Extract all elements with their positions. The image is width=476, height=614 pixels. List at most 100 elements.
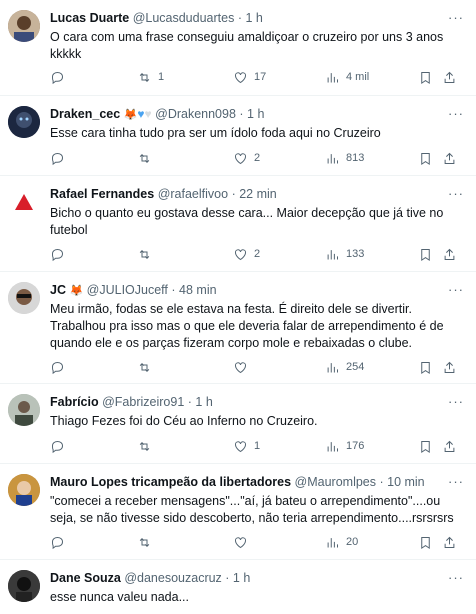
avatar[interactable] bbox=[8, 282, 40, 314]
share-button[interactable] bbox=[442, 358, 457, 376]
share-button[interactable] bbox=[442, 533, 457, 551]
share-icon bbox=[444, 248, 455, 260]
tweet-text: "comecei a receber mensagens"..."aí, já … bbox=[50, 494, 454, 525]
like-button[interactable]: 17 bbox=[233, 68, 266, 86]
tweet[interactable]: Lucas Duarte @Lucasduduartes · 1 h ··· O… bbox=[0, 0, 476, 96]
user-name[interactable]: Dane Souza bbox=[50, 571, 121, 585]
reply-button[interactable] bbox=[50, 68, 71, 86]
tweet-time[interactable]: · 1 h bbox=[238, 11, 263, 25]
like-button[interactable] bbox=[233, 533, 254, 551]
heart-icon bbox=[235, 152, 246, 164]
tweet-time[interactable]: · 48 min bbox=[171, 283, 216, 297]
reply-button[interactable] bbox=[50, 149, 71, 167]
retweet-button[interactable] bbox=[137, 358, 158, 376]
tweet-header: Mauro Lopes tricampeão da libertadores @… bbox=[50, 475, 425, 490]
avatar[interactable] bbox=[8, 106, 40, 138]
share-icon bbox=[444, 71, 455, 83]
tweet[interactable]: Rafael Fernandes @rafaelfivoo · 22 min ·… bbox=[0, 176, 476, 272]
share-button[interactable] bbox=[442, 245, 457, 263]
retweet-icon bbox=[139, 249, 150, 259]
user-handle[interactable]: @Lucasduduartes bbox=[133, 11, 235, 25]
user-handle[interactable]: @danesouzacruz bbox=[124, 571, 221, 585]
tweet-header: JC 🦊 @JULIOJuceff · 48 min bbox=[50, 283, 217, 299]
retweet-button[interactable]: 1 bbox=[137, 68, 164, 86]
user-handle[interactable]: @Drakenn098 bbox=[155, 107, 236, 121]
heart-icon bbox=[235, 440, 246, 452]
tweet-header: Dane Souza @danesouzacruz · 1 h bbox=[50, 571, 250, 586]
bookmark-button[interactable] bbox=[418, 358, 433, 376]
reply-icon bbox=[51, 440, 64, 453]
reply-button[interactable] bbox=[50, 437, 71, 455]
user-name[interactable]: Fabrício bbox=[50, 395, 99, 409]
bookmark-button[interactable] bbox=[418, 68, 433, 86]
like-button[interactable]: 2 bbox=[233, 149, 260, 167]
reply-icon bbox=[51, 361, 64, 374]
bookmark-button[interactable] bbox=[418, 437, 433, 455]
views-button[interactable]: 20 bbox=[325, 533, 358, 551]
user-handle[interactable]: @JULIOJuceff bbox=[87, 283, 168, 297]
tweet[interactable]: Fabrício @Fabrizeiro91 · 1 h ··· Thiago … bbox=[0, 384, 476, 464]
tweet-time[interactable]: · 1 h bbox=[225, 571, 250, 585]
reply-button[interactable] bbox=[50, 358, 71, 376]
bookmark-button[interactable] bbox=[418, 533, 433, 551]
bookmark-button[interactable] bbox=[418, 149, 433, 167]
user-handle[interactable]: @Mauromlpes bbox=[295, 475, 376, 489]
share-button[interactable] bbox=[442, 68, 457, 86]
tweet-time[interactable]: · 1 h bbox=[239, 107, 264, 121]
user-handle[interactable]: @rafaelfivoo bbox=[158, 187, 228, 201]
bookmark-icon bbox=[421, 440, 430, 453]
views-icon bbox=[327, 441, 338, 451]
more-options-icon[interactable]: ··· bbox=[448, 474, 464, 489]
share-icon bbox=[444, 440, 455, 452]
tweet[interactable]: JC 🦊 @JULIOJuceff · 48 min ··· Meu irmão… bbox=[0, 272, 476, 384]
retweet-button[interactable] bbox=[137, 533, 158, 551]
avatar[interactable] bbox=[8, 394, 40, 426]
like-button[interactable]: 2 bbox=[233, 245, 260, 263]
avatar[interactable] bbox=[8, 570, 40, 602]
avatar[interactable] bbox=[8, 10, 40, 42]
views-button[interactable]: 813 bbox=[325, 149, 364, 167]
tweet-time[interactable]: · 1 h bbox=[188, 395, 213, 409]
views-button[interactable]: 176 bbox=[325, 437, 364, 455]
bookmark-button[interactable] bbox=[418, 245, 433, 263]
retweet-icon bbox=[139, 537, 150, 547]
views-icon bbox=[327, 537, 338, 547]
retweet-icon bbox=[139, 362, 150, 372]
views-button[interactable]: 254 bbox=[325, 358, 364, 376]
more-options-icon[interactable]: ··· bbox=[448, 394, 464, 409]
reply-button[interactable] bbox=[50, 245, 71, 263]
views-button[interactable]: 133 bbox=[325, 245, 364, 263]
user-name[interactable]: JC bbox=[50, 283, 66, 297]
user-handle[interactable]: @Fabrizeiro91 bbox=[102, 395, 184, 409]
reply-icon bbox=[51, 71, 64, 84]
tweet[interactable]: Mauro Lopes tricampeão da libertadores @… bbox=[0, 464, 476, 560]
like-button[interactable]: 1 bbox=[233, 437, 260, 455]
avatar[interactable] bbox=[8, 474, 40, 506]
tweet-actions: 254 bbox=[50, 358, 455, 376]
more-options-icon[interactable]: ··· bbox=[448, 570, 464, 585]
tweet[interactable]: Draken_cec 🦊♥♥ @Drakenn098 · 1 h ··· Ess… bbox=[0, 96, 476, 176]
more-options-icon[interactable]: ··· bbox=[448, 186, 464, 201]
like-button[interactable] bbox=[233, 358, 254, 376]
avatar[interactable] bbox=[8, 186, 40, 218]
more-options-icon[interactable]: ··· bbox=[448, 106, 464, 121]
user-name[interactable]: Mauro Lopes tricampeão da libertadores bbox=[50, 475, 291, 489]
tweet-time[interactable]: · 22 min bbox=[232, 187, 277, 201]
more-options-icon[interactable]: ··· bbox=[448, 282, 464, 297]
tweet[interactable]: Dane Souza @danesouzacruz · 1 h ··· esse… bbox=[0, 560, 476, 614]
share-button[interactable] bbox=[442, 437, 457, 455]
white-heart-icon: ♥ bbox=[144, 107, 152, 121]
heart-icon bbox=[235, 361, 246, 373]
more-options-icon[interactable]: ··· bbox=[448, 10, 464, 25]
reply-button[interactable] bbox=[50, 533, 71, 551]
tweet-time[interactable]: · 10 min bbox=[379, 475, 424, 489]
retweet-button[interactable] bbox=[137, 437, 158, 455]
retweet-button[interactable] bbox=[137, 245, 158, 263]
user-name[interactable]: Lucas Duarte bbox=[50, 11, 129, 25]
share-button[interactable] bbox=[442, 149, 457, 167]
user-name[interactable]: Rafael Fernandes bbox=[50, 187, 154, 201]
user-name[interactable]: Draken_cec bbox=[50, 107, 120, 121]
views-button[interactable]: 4 mil bbox=[325, 68, 369, 86]
retweet-icon bbox=[139, 441, 150, 451]
retweet-button[interactable] bbox=[137, 149, 158, 167]
